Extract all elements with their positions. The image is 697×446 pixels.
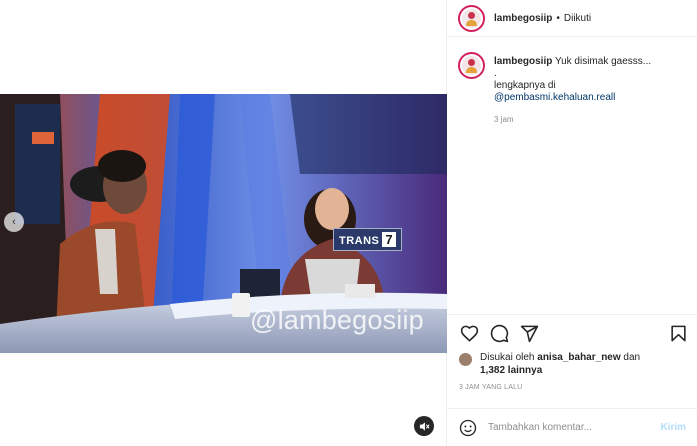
previous-media-button[interactable]: ‹ — [4, 212, 24, 232]
emoji-button[interactable] — [458, 418, 478, 438]
action-bar — [447, 315, 697, 351]
speaker-muted-icon — [419, 421, 430, 431]
separator-dot: • — [556, 12, 560, 24]
likes-count-link[interactable]: 1,382 lainnya — [480, 365, 542, 376]
share-icon — [520, 325, 538, 342]
likes-text: Disukai oleh anisa_bahar_new dan 1,382 l… — [480, 351, 640, 377]
actions-area: Disukai oleh anisa_bahar_new dan 1,382 l… — [447, 314, 697, 406]
like-button[interactable] — [458, 322, 480, 344]
caption-line: lengkapnya di — [494, 80, 556, 91]
emoji-icon — [459, 419, 477, 436]
comment-icon — [490, 324, 508, 342]
save-button[interactable] — [667, 322, 689, 344]
likes-joiner: dan — [623, 352, 641, 363]
share-button[interactable] — [518, 322, 540, 344]
post-comment-button[interactable]: Kirim — [660, 422, 686, 433]
likes-prefix: Disukai oleh — [480, 352, 535, 363]
heart-icon — [460, 325, 478, 342]
caption-mention-link[interactable]: @pembasmi.kehaluan.reall — [494, 92, 651, 104]
post-details-panel: lambegosiip • Diikuti lambegosiip Yuk di… — [447, 0, 697, 446]
caption-username[interactable]: lambegosiip — [494, 56, 552, 67]
chevron-left-icon: ‹ — [12, 216, 16, 228]
post-date: 3 JAM YANG LALU — [459, 384, 523, 391]
comment-input[interactable] — [488, 422, 648, 433]
likes-summary: Disukai oleh anisa_bahar_new dan 1,382 l… — [447, 351, 697, 377]
video-watermark: @lambegosiip — [250, 305, 424, 335]
mute-button[interactable] — [414, 416, 434, 436]
caption-timestamp: 3 jam — [494, 115, 514, 124]
caption-line: . — [494, 68, 497, 79]
video-player[interactable]: TRANS 7 @lambegosiip — [0, 94, 447, 353]
comment-button[interactable] — [488, 322, 510, 344]
post-header: lambegosiip • Diikuti — [447, 0, 697, 37]
caption-body: lambegosiip Yuk disimak gaesss... . leng… — [494, 56, 651, 126]
add-comment-bar: Kirim — [447, 408, 697, 446]
caption: lambegosiip Yuk disimak gaesss... . leng… — [458, 52, 689, 126]
liker-avatar[interactable] — [459, 353, 472, 366]
avatar[interactable] — [458, 4, 485, 32]
channel-logo: TRANS 7 — [333, 228, 403, 251]
avatar-image — [462, 8, 481, 28]
header-username[interactable]: lambegosiip — [494, 13, 552, 24]
caption-avatar[interactable] — [458, 52, 485, 79]
media-pane: TRANS 7 @lambegosiip ‹ — [0, 0, 447, 446]
avatar-image — [462, 56, 481, 75]
bookmark-icon — [670, 325, 686, 341]
follow-status-button[interactable]: Diikuti — [564, 13, 591, 24]
liker-username-link[interactable]: anisa_bahar_new — [537, 352, 620, 363]
caption-text: Yuk disimak gaesss... — [554, 56, 652, 67]
comments-section: lambegosiip Yuk disimak gaesss... . leng… — [458, 52, 689, 310]
